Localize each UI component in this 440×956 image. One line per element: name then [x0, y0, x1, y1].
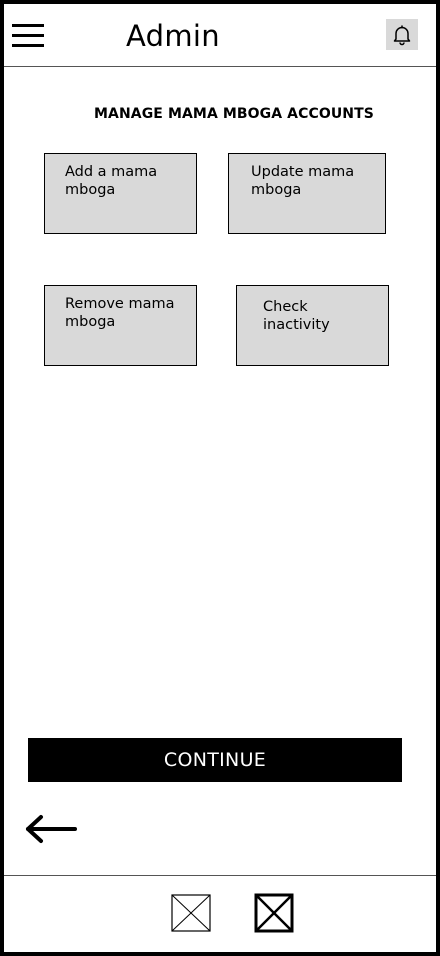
update-mama-mboga-tile[interactable]: Update mama mboga [228, 153, 386, 234]
continue-button[interactable]: CONTINUE [28, 738, 402, 782]
bell-icon [393, 24, 411, 45]
tile-label: Update mama mboga [251, 164, 355, 198]
footer-divider [4, 875, 436, 876]
image-placeholder-icon[interactable] [171, 894, 211, 932]
tile-label: Check inactivity [263, 299, 330, 333]
image-placeholder-icon[interactable] [254, 893, 294, 933]
section-title: MANAGE MAMA MBOGA ACCOUNTS [94, 106, 374, 122]
tile-label: Remove mama mboga [65, 296, 175, 330]
check-inactivity-tile[interactable]: Check inactivity [236, 285, 389, 366]
page-title: Admin [126, 19, 220, 53]
arrow-left-icon[interactable] [24, 812, 80, 846]
continue-button-label: CONTINUE [163, 749, 267, 771]
tile-label: Add a mama mboga [65, 164, 158, 198]
header-divider [4, 66, 436, 67]
add-mama-mboga-tile[interactable]: Add a mama mboga [44, 153, 197, 234]
remove-mama-mboga-tile[interactable]: Remove mama mboga [44, 285, 197, 366]
notification-button[interactable] [386, 19, 418, 50]
hamburger-menu-icon[interactable] [12, 24, 44, 48]
